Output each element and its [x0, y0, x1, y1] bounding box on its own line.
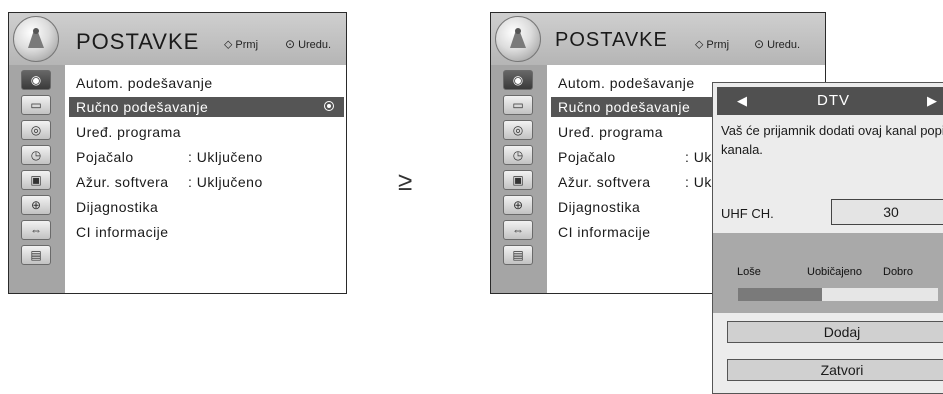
antenna-icon[interactable]: ◉	[503, 70, 533, 90]
input-icon[interactable]: ⇔	[503, 220, 533, 240]
antenna-icon[interactable]: ◉	[21, 70, 51, 90]
ok-hint: ⊙ Uredu.	[285, 37, 332, 51]
menu-item-manual-tuning[interactable]: Ručno podešavanje	[551, 97, 713, 117]
transition-arrow: ≥	[398, 166, 413, 196]
clock-icon[interactable]: ◷	[21, 145, 51, 165]
tuning-mode[interactable]: DTV	[817, 92, 850, 109]
move-hint: ⬦ Prmj	[695, 37, 730, 51]
option-icon[interactable]: ⊕	[21, 195, 51, 215]
menu-item-ci-information[interactable]: CI informacije	[558, 222, 651, 242]
option-icon[interactable]: ⊕	[503, 195, 533, 215]
audio-icon[interactable]: ◎	[21, 120, 51, 140]
menu-item-programme-edit[interactable]: Uređ. programa	[558, 122, 663, 142]
menu-item-diagnostics[interactable]: Dijagnostika	[76, 197, 158, 217]
ok-button-icon: ⊙	[285, 37, 296, 51]
menu-item-software-update[interactable]: Ažur. softvera: Uključeno	[76, 172, 262, 192]
arrow-left-icon[interactable]: ◀	[737, 93, 747, 109]
lock-icon[interactable]: ▣	[503, 170, 533, 190]
popup-message: Vaš će prijamnik dodati ovaj kanal popis…	[721, 123, 943, 157]
menu-item-software-update[interactable]: Ažur. softvera: Uklj	[558, 172, 719, 192]
menu-item-auto-tuning[interactable]: Autom. podešavanje	[558, 73, 695, 93]
selected-indicator-icon	[324, 101, 334, 111]
settings-logo-icon	[13, 16, 59, 62]
arrow-right-icon[interactable]: ▶	[927, 93, 937, 109]
menu-item-diagnostics[interactable]: Dijagnostika	[558, 197, 640, 217]
move-hint: ⬦ Prmj	[224, 37, 259, 51]
signal-strength-bar	[738, 288, 938, 301]
signal-strength-fill	[738, 288, 822, 301]
audio-icon[interactable]: ◎	[503, 120, 533, 140]
menu-list: Autom. podešavanje Ručno podešavanje Ure…	[65, 65, 346, 293]
menu-item-booster[interactable]: Pojačalo: Uključeno	[76, 147, 262, 167]
popup-header: ◀ DTV ▶	[717, 87, 943, 115]
menu-title: POSTAVKE	[76, 29, 200, 54]
category-sidebar: ◉ ▭ ◎ ◷ ▣ ⊕ ⇔ ▤	[9, 65, 66, 293]
move-arrows-icon: ⬦	[695, 37, 704, 51]
menu-title: POSTAVKE	[555, 29, 668, 51]
ok-hint: ⊙ Uredu.	[754, 37, 801, 51]
signal-label-good: Dobro	[883, 266, 913, 278]
menu-item-auto-tuning[interactable]: Autom. podešavanje	[76, 73, 213, 93]
settings-menu-panel-left: POSTAVKE ⬦ Prmj ⊙ Uredu. ◉ ▭ ◎ ◷ ▣ ⊕ ⇔ ▤ A…	[8, 12, 347, 294]
uhf-channel-input[interactable]: 30	[831, 199, 943, 225]
lock-icon[interactable]: ▣	[21, 170, 51, 190]
move-arrows-icon: ⬦	[224, 37, 233, 51]
uhf-channel-label: UHF CH.	[721, 206, 774, 221]
settings-logo-icon	[495, 16, 541, 62]
add-button[interactable]: Dodaj	[727, 321, 943, 343]
menu-header: POSTAVKE ⬦ Prmj ⊙ Uredu.	[9, 13, 346, 66]
input-icon[interactable]: ⇔	[21, 220, 51, 240]
signal-label-bad: Loše	[737, 266, 761, 278]
usb-icon[interactable]: ▤	[503, 245, 533, 265]
picture-icon[interactable]: ▭	[21, 95, 51, 115]
manual-tuning-popup: ◀ DTV ▶ Vaš će prijamnik dodati ovaj kan…	[712, 82, 943, 394]
signal-label-normal: Uobičajeno	[807, 266, 863, 278]
menu-header: POSTAVKE ⬦ Prmj ⊙ Uredu.	[491, 13, 825, 66]
ok-button-icon: ⊙	[754, 37, 765, 51]
menu-item-ci-information[interactable]: CI informacije	[76, 222, 169, 242]
picture-icon[interactable]: ▭	[503, 95, 533, 115]
clock-icon[interactable]: ◷	[503, 145, 533, 165]
menu-item-manual-tuning[interactable]: Ručno podešavanje	[69, 97, 344, 117]
close-button[interactable]: Zatvori	[727, 359, 943, 381]
menu-item-booster[interactable]: Pojačalo: Uklj	[558, 147, 719, 167]
category-sidebar: ◉ ▭ ◎ ◷ ▣ ⊕ ⇔ ▤	[491, 65, 548, 293]
usb-icon[interactable]: ▤	[21, 245, 51, 265]
menu-item-programme-edit[interactable]: Uređ. programa	[76, 122, 181, 142]
